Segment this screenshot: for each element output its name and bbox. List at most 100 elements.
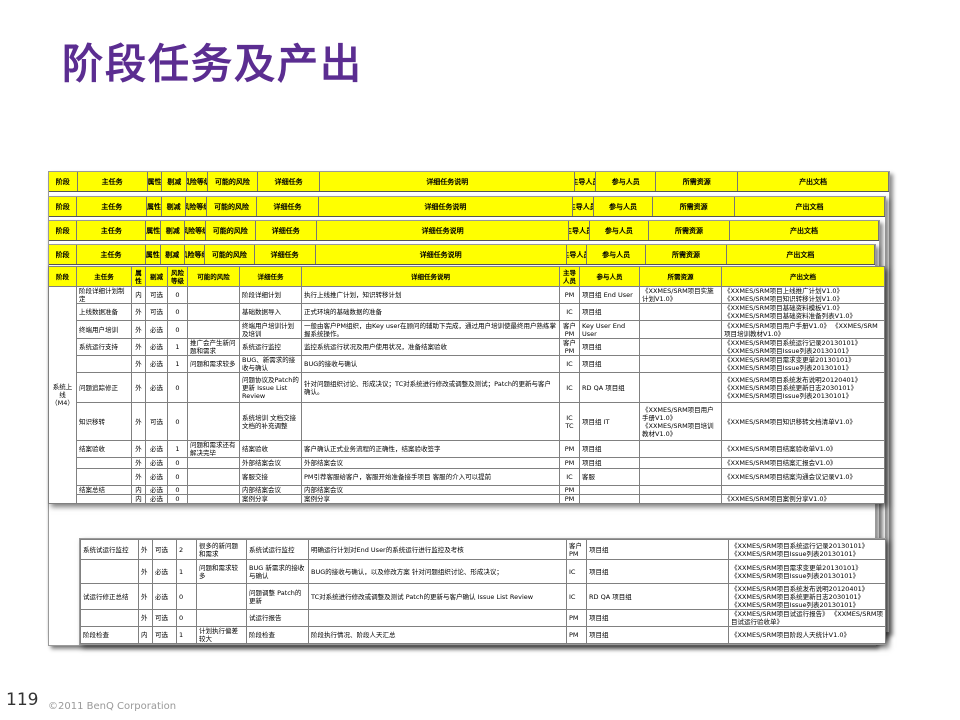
cut-cell: 必选	[145, 468, 168, 486]
outputs-cell: 《XXMES/SRM项目上线推广计划V1.0》 《XXMES/SRM项目知识转移…	[721, 286, 885, 304]
participants-cell	[579, 485, 640, 495]
main-task-cell: 系统运行支持	[76, 338, 132, 356]
table-row: 系统运行支持外必选 1 推广会产生新问题和需求 系统运行监控 监控系统运行状况及用户使用…	[49, 338, 885, 356]
lead-cell: IC TC	[559, 402, 580, 441]
resources-cell	[639, 338, 722, 356]
lead-cell: IC	[559, 372, 580, 403]
outputs-cell: 《XXMES/SRM项目案例分享V1.0》	[721, 494, 885, 504]
risk-cell	[187, 457, 240, 469]
outputs-cell: 《XXMES/SRM项目知识移转文档清单V1.0》	[721, 402, 885, 441]
table-row: 外必选 1 问题和需求较多 BUG 新需求的接收与确认 BUG的接收与确认，以及修改方案…	[80, 559, 886, 584]
attr-cell: 内	[131, 485, 146, 495]
participants-cell: 项目组	[586, 609, 729, 627]
attr-cell: 外	[131, 372, 146, 403]
main-task-cell	[76, 457, 132, 469]
table-row: 结案验收外必选 1 问题和需求还有解决完毕 结案验收 客户确认正式业务流程的正确性，结案…	[49, 440, 885, 458]
detail-task-cell: 阶段详细计划	[239, 286, 302, 304]
table-row: 知识移转外可选 0 系统培训 文档交接 文档的补充调整 IC TC 项目组 IT 《XXM…	[49, 402, 885, 441]
main-task-cell: 阶段详细计划制定	[76, 286, 132, 304]
risk-level-cell: 2	[176, 539, 197, 560]
main-task-cell: 系统试运行监控	[80, 539, 139, 560]
detail-desc-cell	[301, 402, 560, 441]
detail-desc-cell: 执行上线推广计划，知识转移计划	[301, 286, 560, 304]
cut-cell: 必选	[145, 485, 168, 495]
main-task-cell	[80, 559, 139, 584]
cut-cell: 必选	[145, 372, 168, 403]
table-row: 阶段检查内可选 1 计划执行偏差较大 阶段检查 阶段执行情况、阶段人天汇总 PM 项目组 《X…	[80, 626, 886, 644]
main-task-cell: 阶段检查	[80, 626, 139, 644]
table-row: 外必选 0 外部结案会议 外部结案会议 PM 项目组 《XXMES/SRM项目结案汇报会V1…	[49, 457, 885, 469]
attr-cell: 外	[131, 338, 146, 356]
cut-cell: 必选	[145, 355, 168, 373]
attr-cell: 外	[138, 559, 153, 584]
risk-cell	[196, 609, 247, 627]
main-task-cell: 问题追踪修正	[76, 372, 132, 403]
detail-task-cell: 外部结案会议	[239, 457, 302, 469]
detail-task-cell: 终端用户培训计划及培训	[239, 320, 302, 339]
table-row: 上线数据准备外可选 0 基础数据导入 正式环境的基础数据的准备 IC 项目组 《XXMES/…	[49, 303, 885, 321]
participants-cell: Key User End User	[579, 320, 640, 339]
risk-level-cell: 1	[167, 338, 188, 356]
risk-level-cell: 1	[176, 559, 197, 584]
detail-task-cell: 系统试运行监控	[246, 539, 309, 560]
participants-cell: 项目组 IT	[579, 402, 640, 441]
cut-cell: 可选	[145, 286, 168, 304]
lead-cell: 客户 PM	[559, 338, 580, 356]
lead-cell: PM	[566, 609, 587, 627]
page-number: 119	[6, 690, 39, 710]
table-row: 结案总结内必选 0 内部结案会议 内部结案会议 PM	[49, 485, 885, 495]
lead-cell: IC	[559, 468, 580, 486]
main-task-cell	[76, 468, 132, 486]
attr-cell: 外	[131, 468, 146, 486]
outputs-cell: 《XXMES/SRM项目系统发布说明20120401》 《XXMES/SRM项目…	[721, 372, 885, 403]
detail-task-cell: 系统运行监控	[239, 338, 302, 356]
resources-cell	[639, 468, 722, 486]
main-task-cell: 结案总结	[76, 485, 132, 495]
detail-desc-cell: 外部结案会议	[301, 457, 560, 469]
detail-task-cell: 阶段检查	[246, 626, 309, 644]
outputs-cell: 《XXMES/SRM项目结案验收单V1.0》	[721, 440, 885, 458]
detail-desc-cell: BUG的接收与确认，以及修改方案 针对问题组织讨论、形成决议；	[308, 559, 567, 584]
resources-cell	[639, 320, 722, 339]
participants-cell: RD QA 项目组	[586, 583, 729, 610]
risk-cell	[187, 402, 240, 441]
lower-table: 系统试运行监控外可选 2 很多的新问题和需求 系统试运行监控 明确运行计划对End Us…	[80, 539, 886, 644]
resources-cell	[639, 355, 722, 373]
outputs-cell: 《XXMES/SRM项目阶段人天统计V1.0》	[728, 626, 886, 644]
risk-cell	[187, 303, 240, 321]
risk-level-cell: 0	[167, 457, 188, 469]
outputs-cell: 《XXMES/SRM项目系统运行记录20130101》 《XXMES/SRM项目…	[728, 539, 886, 560]
table-row: 系统试运行监控外可选 2 很多的新问题和需求 系统试运行监控 明确运行计划对End Us…	[80, 539, 886, 560]
outputs-cell: 《XXMES/SRM项目系统运行记录20130101》 《XXMES/SRM项目…	[721, 338, 885, 356]
risk-cell	[187, 485, 240, 495]
outputs-cell: 《XXMES/SRM项目系统发布说明20120401》 《XXMES/SRM项目…	[728, 583, 886, 610]
outputs-cell: 《XXMES/SRM项目需求变更单20130101》 《XXMES/SRM项目I…	[728, 559, 886, 584]
risk-cell: 问题和需求还有解决完毕	[187, 440, 240, 458]
table-header-row: 阶段 主任务 属性 剔减 风险等级 可能的风险 详细任务 详细任务说明 主导人员…	[48, 266, 885, 287]
detail-desc-cell: 案例分享	[301, 494, 560, 504]
cut-cell: 必选	[145, 338, 168, 356]
col-risk: 可能的风险	[187, 266, 240, 287]
risk-cell: 问题和需求较多	[187, 355, 240, 373]
risk-cell: 很多的新问题和需求	[196, 539, 247, 560]
detail-task-cell: 系统培训 文档交接 文档的补充调整	[239, 402, 302, 441]
risk-level-cell: 0	[176, 609, 197, 627]
col-outputs: 产出文档	[721, 266, 885, 287]
lead-cell: IC	[559, 303, 580, 321]
risk-level-cell: 0	[167, 372, 188, 403]
risk-cell: 推广会产生新问题和需求	[187, 338, 240, 356]
cut-cell: 必选	[145, 457, 168, 469]
resources-cell	[639, 303, 722, 321]
participants-cell: 项目组	[579, 355, 640, 373]
risk-cell	[187, 372, 240, 403]
risk-cell	[187, 468, 240, 486]
outputs-cell: 《XXMES/SRM项目需求变更单20130101》 《XXMES/SRM项目I…	[721, 355, 885, 373]
risk-level-cell: 0	[167, 494, 188, 504]
main-task-cell	[76, 494, 132, 504]
cut-cell: 可选	[145, 303, 168, 321]
col-attr: 属性	[131, 266, 146, 287]
stage-task-table: 阶段 主任务 属性 剔减 风险等级 可能的风险 详细任务 详细任务说明 主导人员…	[48, 266, 885, 504]
risk-cell	[187, 320, 240, 339]
main-task-cell: 知识移转	[76, 402, 132, 441]
resources-cell	[639, 485, 722, 495]
